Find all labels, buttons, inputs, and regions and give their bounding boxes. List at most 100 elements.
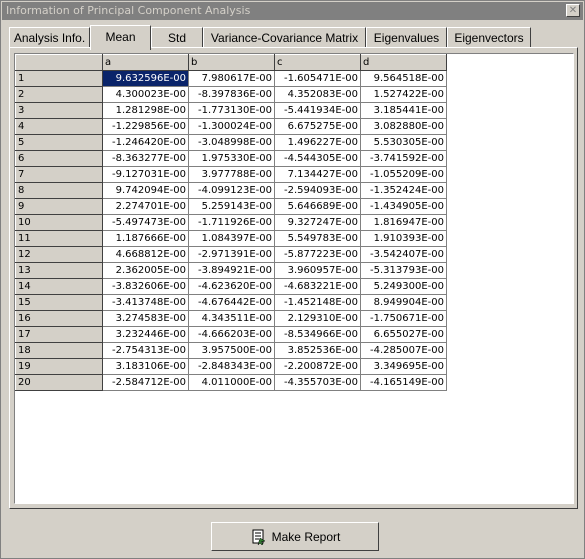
table-cell[interactable]: 9.632596E-00: [102, 70, 189, 87]
row-header[interactable]: 20: [15, 374, 103, 391]
make-report-button[interactable]: Make Report: [211, 522, 379, 551]
table-cell[interactable]: -2.754313E-00: [102, 342, 189, 359]
table-cell[interactable]: 4.011000E-00: [188, 374, 275, 391]
row-header[interactable]: 10: [15, 214, 103, 231]
table-cell[interactable]: 7.134427E-00: [274, 166, 361, 183]
row-header[interactable]: 17: [15, 326, 103, 343]
tab-eigenvectors[interactable]: Eigenvectors: [447, 27, 531, 47]
table-cell[interactable]: -4.683221E-00: [274, 278, 361, 295]
row-header[interactable]: 1: [15, 70, 103, 87]
table-cell[interactable]: -1.750671E-00: [360, 310, 447, 327]
table-cell[interactable]: 1.527422E-00: [360, 86, 447, 103]
table-cell[interactable]: 4.668812E-00: [102, 246, 189, 263]
table-cell[interactable]: 5.530305E-00: [360, 134, 447, 151]
table-cell[interactable]: 1.187666E-00: [102, 230, 189, 247]
column-header-d[interactable]: d: [360, 54, 447, 71]
table-cell[interactable]: -4.355703E-00: [274, 374, 361, 391]
row-header[interactable]: 15: [15, 294, 103, 311]
table-cell[interactable]: 2.274701E-00: [102, 198, 189, 215]
table-cell[interactable]: -5.313793E-00: [360, 262, 447, 279]
column-header-a[interactable]: a: [102, 54, 189, 71]
row-header[interactable]: 3: [15, 102, 103, 119]
table-cell[interactable]: 3.957500E-00: [188, 342, 275, 359]
close-icon[interactable]: ✕: [566, 4, 580, 17]
row-header[interactable]: 2: [15, 86, 103, 103]
row-header[interactable]: 18: [15, 342, 103, 359]
table-cell[interactable]: 4.343511E-00: [188, 310, 275, 327]
table-cell[interactable]: -8.363277E-00: [102, 150, 189, 167]
table-cell[interactable]: -1.605471E-00: [274, 70, 361, 87]
table-cell[interactable]: 1.281298E-00: [102, 102, 189, 119]
table-cell[interactable]: -3.741592E-00: [360, 150, 447, 167]
row-header[interactable]: 9: [15, 198, 103, 215]
table-cell[interactable]: -4.165149E-00: [360, 374, 447, 391]
table-cell[interactable]: -8.534966E-00: [274, 326, 361, 343]
table-cell[interactable]: -5.441934E-00: [274, 102, 361, 119]
table-cell[interactable]: -5.497473E-00: [102, 214, 189, 231]
column-header-b[interactable]: b: [188, 54, 275, 71]
table-cell[interactable]: 9.742094E-00: [102, 182, 189, 199]
table-cell[interactable]: 6.655027E-00: [360, 326, 447, 343]
row-header[interactable]: 5: [15, 134, 103, 151]
table-cell[interactable]: -4.676442E-00: [188, 294, 275, 311]
table-cell[interactable]: -1.711926E-00: [188, 214, 275, 231]
table-cell[interactable]: -1.055209E-00: [360, 166, 447, 183]
tab-std[interactable]: Std: [151, 27, 203, 47]
table-cell[interactable]: 5.259143E-00: [188, 198, 275, 215]
row-header[interactable]: 7: [15, 166, 103, 183]
table-cell[interactable]: -1.246420E-00: [102, 134, 189, 151]
row-header[interactable]: 8: [15, 182, 103, 199]
table-cell[interactable]: -2.594093E-00: [274, 182, 361, 199]
tab-analysis-info[interactable]: Analysis Info.: [9, 27, 90, 47]
table-cell[interactable]: 4.300023E-00: [102, 86, 189, 103]
table-cell[interactable]: 4.352083E-00: [274, 86, 361, 103]
table-cell[interactable]: -1.452148E-00: [274, 294, 361, 311]
row-header[interactable]: 6: [15, 150, 103, 167]
table-cell[interactable]: -2.971391E-00: [188, 246, 275, 263]
table-cell[interactable]: -4.099123E-00: [188, 182, 275, 199]
table-cell[interactable]: 2.362005E-00: [102, 262, 189, 279]
row-header[interactable]: 4: [15, 118, 103, 135]
table-cell[interactable]: -3.832606E-00: [102, 278, 189, 295]
data-grid[interactable]: a b c d 1 9.632596E-00 7.980617E-00 -1.6054…: [14, 53, 574, 504]
table-cell[interactable]: -2.200872E-00: [274, 358, 361, 375]
table-cell[interactable]: 3.960957E-00: [274, 262, 361, 279]
table-cell[interactable]: -1.229856E-00: [102, 118, 189, 135]
column-header-c[interactable]: c: [274, 54, 361, 71]
row-header[interactable]: 19: [15, 358, 103, 375]
table-cell[interactable]: -1.300024E-00: [188, 118, 275, 135]
table-cell[interactable]: 1.910393E-00: [360, 230, 447, 247]
table-cell[interactable]: 1.975330E-00: [188, 150, 275, 167]
table-cell[interactable]: 1.816947E-00: [360, 214, 447, 231]
table-cell[interactable]: 3.349695E-00: [360, 358, 447, 375]
table-cell[interactable]: -4.285007E-00: [360, 342, 447, 359]
table-cell[interactable]: -5.877223E-00: [274, 246, 361, 263]
table-cell[interactable]: 5.249300E-00: [360, 278, 447, 295]
table-cell[interactable]: -3.413748E-00: [102, 294, 189, 311]
table-cell[interactable]: 3.232446E-00: [102, 326, 189, 343]
table-cell[interactable]: 6.675275E-00: [274, 118, 361, 135]
table-cell[interactable]: -9.127031E-00: [102, 166, 189, 183]
table-cell[interactable]: -2.848343E-00: [188, 358, 275, 375]
row-header[interactable]: 12: [15, 246, 103, 263]
table-cell[interactable]: -3.894921E-00: [188, 262, 275, 279]
table-cell[interactable]: 1.496227E-00: [274, 134, 361, 151]
table-cell[interactable]: -4.544305E-00: [274, 150, 361, 167]
tab-mean[interactable]: Mean: [90, 25, 151, 50]
table-cell[interactable]: 5.549783E-00: [274, 230, 361, 247]
table-cell[interactable]: 9.327247E-00: [274, 214, 361, 231]
row-header[interactable]: 11: [15, 230, 103, 247]
table-cell[interactable]: 3.082880E-00: [360, 118, 447, 135]
table-cell[interactable]: -1.434905E-00: [360, 198, 447, 215]
table-cell[interactable]: -3.048998E-00: [188, 134, 275, 151]
row-header[interactable]: 14: [15, 278, 103, 295]
table-cell[interactable]: 7.980617E-00: [188, 70, 275, 87]
row-header[interactable]: 13: [15, 262, 103, 279]
table-cell[interactable]: 3.183106E-00: [102, 358, 189, 375]
table-cell[interactable]: -2.584712E-00: [102, 374, 189, 391]
row-header[interactable]: 16: [15, 310, 103, 327]
table-cell[interactable]: 2.129310E-00: [274, 310, 361, 327]
tab-variance-covariance-matrix[interactable]: Variance-Covariance Matrix: [203, 27, 366, 47]
table-cell[interactable]: 1.084397E-00: [188, 230, 275, 247]
table-cell[interactable]: 5.646689E-00: [274, 198, 361, 215]
